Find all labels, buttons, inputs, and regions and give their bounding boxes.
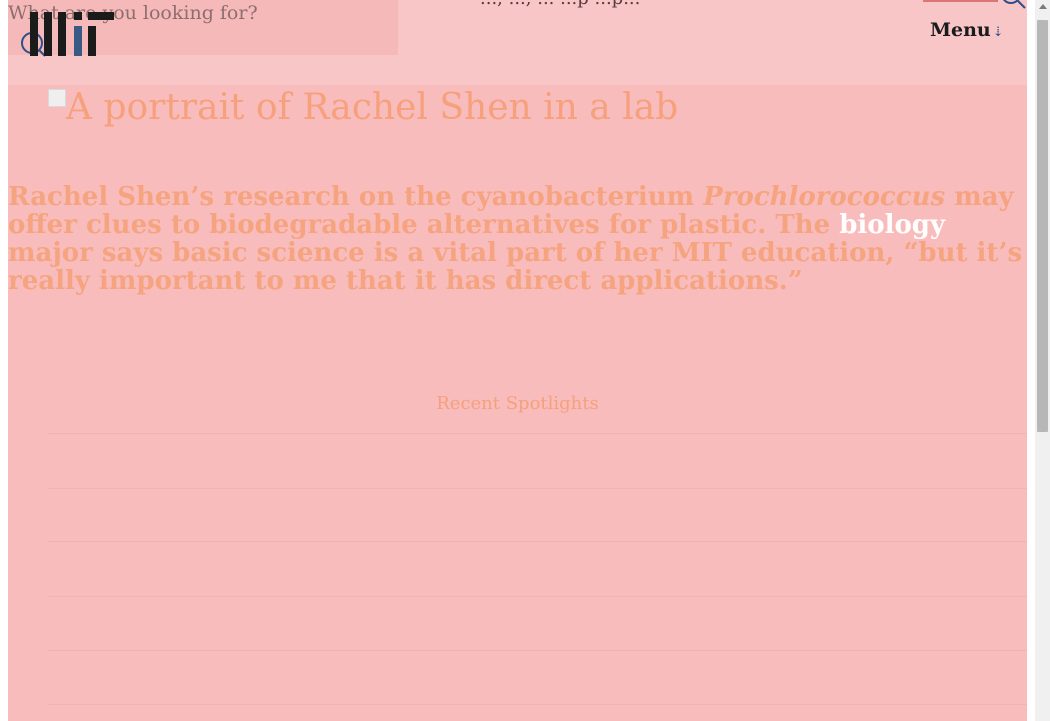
scrollbar-thumb[interactable]	[1037, 20, 1048, 432]
spotlight-divider	[48, 488, 1027, 489]
menu-label: Menu	[930, 19, 991, 41]
spotlight-divider	[48, 650, 1027, 651]
spotlight-story: Rachel Shen’s research on the cyanobacte…	[8, 183, 1023, 295]
broken-image-icon	[48, 89, 66, 107]
spotlight-divider	[48, 704, 1027, 705]
spotlight-divider	[48, 433, 1027, 434]
spotlight-divider	[48, 541, 1027, 542]
spotlight-divider	[48, 596, 1027, 597]
top-cut-text: ..., ..., ... ...p ...p...	[480, 0, 640, 9]
species-name: Prochlorococcus	[703, 182, 946, 212]
menu-underline	[923, 0, 998, 2]
portrait-image: A portrait of Rachel Shen in a lab	[48, 87, 678, 137]
menu-button[interactable]: Menu ⇣	[930, 19, 1004, 41]
portrait-alt-text: A portrait of Rachel Shen in a lab	[66, 87, 679, 128]
story-text: Rachel Shen’s research on the cyanobacte…	[8, 182, 704, 212]
search-icon[interactable]	[998, 0, 1028, 14]
mit-logo[interactable]	[30, 12, 114, 56]
story-text: major says basic science is a vital part…	[8, 238, 1023, 296]
scroll-up-arrow[interactable]	[1039, 4, 1047, 9]
biology-link[interactable]: biology	[839, 210, 945, 240]
double-chevron-down-icon: ⇣	[992, 25, 1004, 40]
recent-spotlights-heading: Recent Spotlights	[436, 393, 599, 414]
